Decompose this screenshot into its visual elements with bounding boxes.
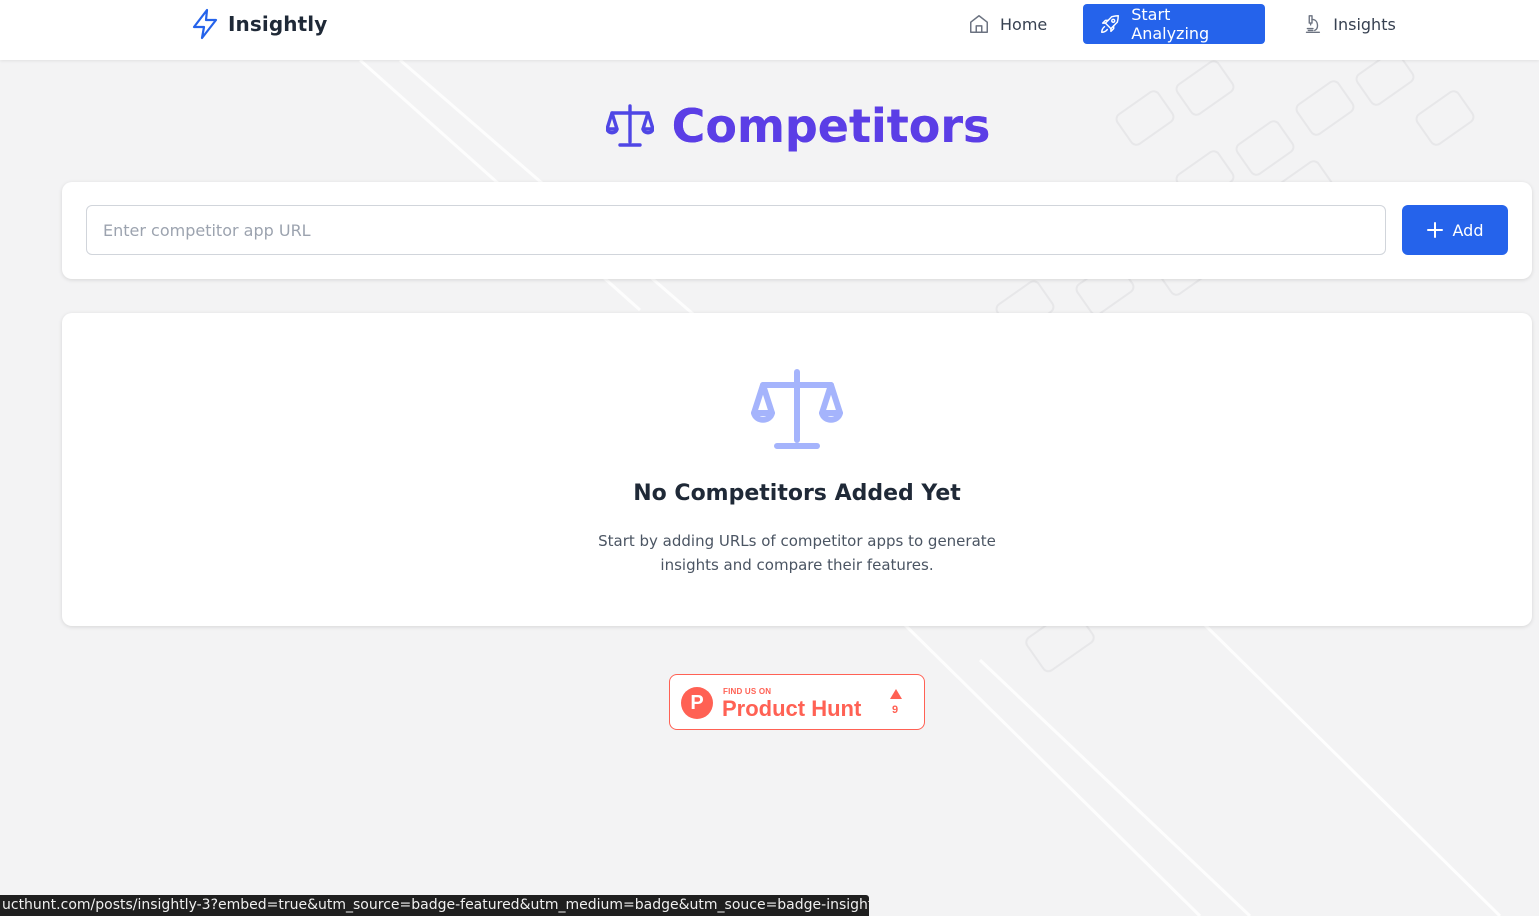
lightning-bolt-icon bbox=[190, 8, 220, 40]
plus-icon bbox=[1426, 222, 1443, 238]
add-button-label: Add bbox=[1452, 220, 1484, 240]
nav-home[interactable]: Home bbox=[952, 4, 1063, 44]
upvote-arrow-icon bbox=[890, 689, 902, 699]
browser-status-bar-url: ucthunt.com/posts/insightly-3?embed=true… bbox=[0, 895, 869, 916]
product-hunt-small-text: FIND US ON bbox=[723, 687, 772, 696]
nav-insights[interactable]: Insights bbox=[1285, 4, 1412, 44]
main-nav: Home Start Analyzing Insights bbox=[952, 4, 1412, 44]
rocket-icon bbox=[1099, 13, 1121, 35]
empty-state-title: No Competitors Added Yet bbox=[633, 481, 961, 506]
brand-name: Insightly bbox=[228, 12, 328, 36]
nav-home-label: Home bbox=[1000, 14, 1048, 34]
product-hunt-name: Product Hunt bbox=[722, 696, 862, 721]
nav-insights-label: Insights bbox=[1333, 14, 1396, 34]
page-title: Competitors bbox=[0, 96, 1539, 156]
add-competitor-card: Add bbox=[62, 182, 1532, 279]
competitor-url-input[interactable] bbox=[86, 205, 1386, 255]
upvote-count: 9 bbox=[891, 704, 899, 716]
scale-icon bbox=[751, 368, 843, 450]
page-title-text: Competitors bbox=[672, 96, 991, 156]
empty-state-description: Start by adding URLs of competitor apps … bbox=[598, 532, 996, 574]
empty-state-card: No Competitors Added Yet Start by adding… bbox=[62, 313, 1532, 626]
add-button[interactable]: Add bbox=[1402, 205, 1508, 255]
top-navbar: Insightly Home Start Analyzing Insights bbox=[0, 0, 1539, 60]
nav-start-analyzing[interactable]: Start Analyzing bbox=[1083, 4, 1266, 44]
brand-logo-link[interactable]: Insightly bbox=[190, 8, 327, 40]
microscope-icon bbox=[1301, 13, 1323, 35]
scale-icon bbox=[605, 104, 654, 148]
home-icon bbox=[968, 13, 990, 35]
product-hunt-badge[interactable]: P FIND US ON Product Hunt 9 bbox=[669, 674, 925, 730]
product-hunt-logo-icon: P bbox=[681, 687, 713, 719]
nav-start-analyzing-label: Start Analyzing bbox=[1131, 5, 1210, 43]
